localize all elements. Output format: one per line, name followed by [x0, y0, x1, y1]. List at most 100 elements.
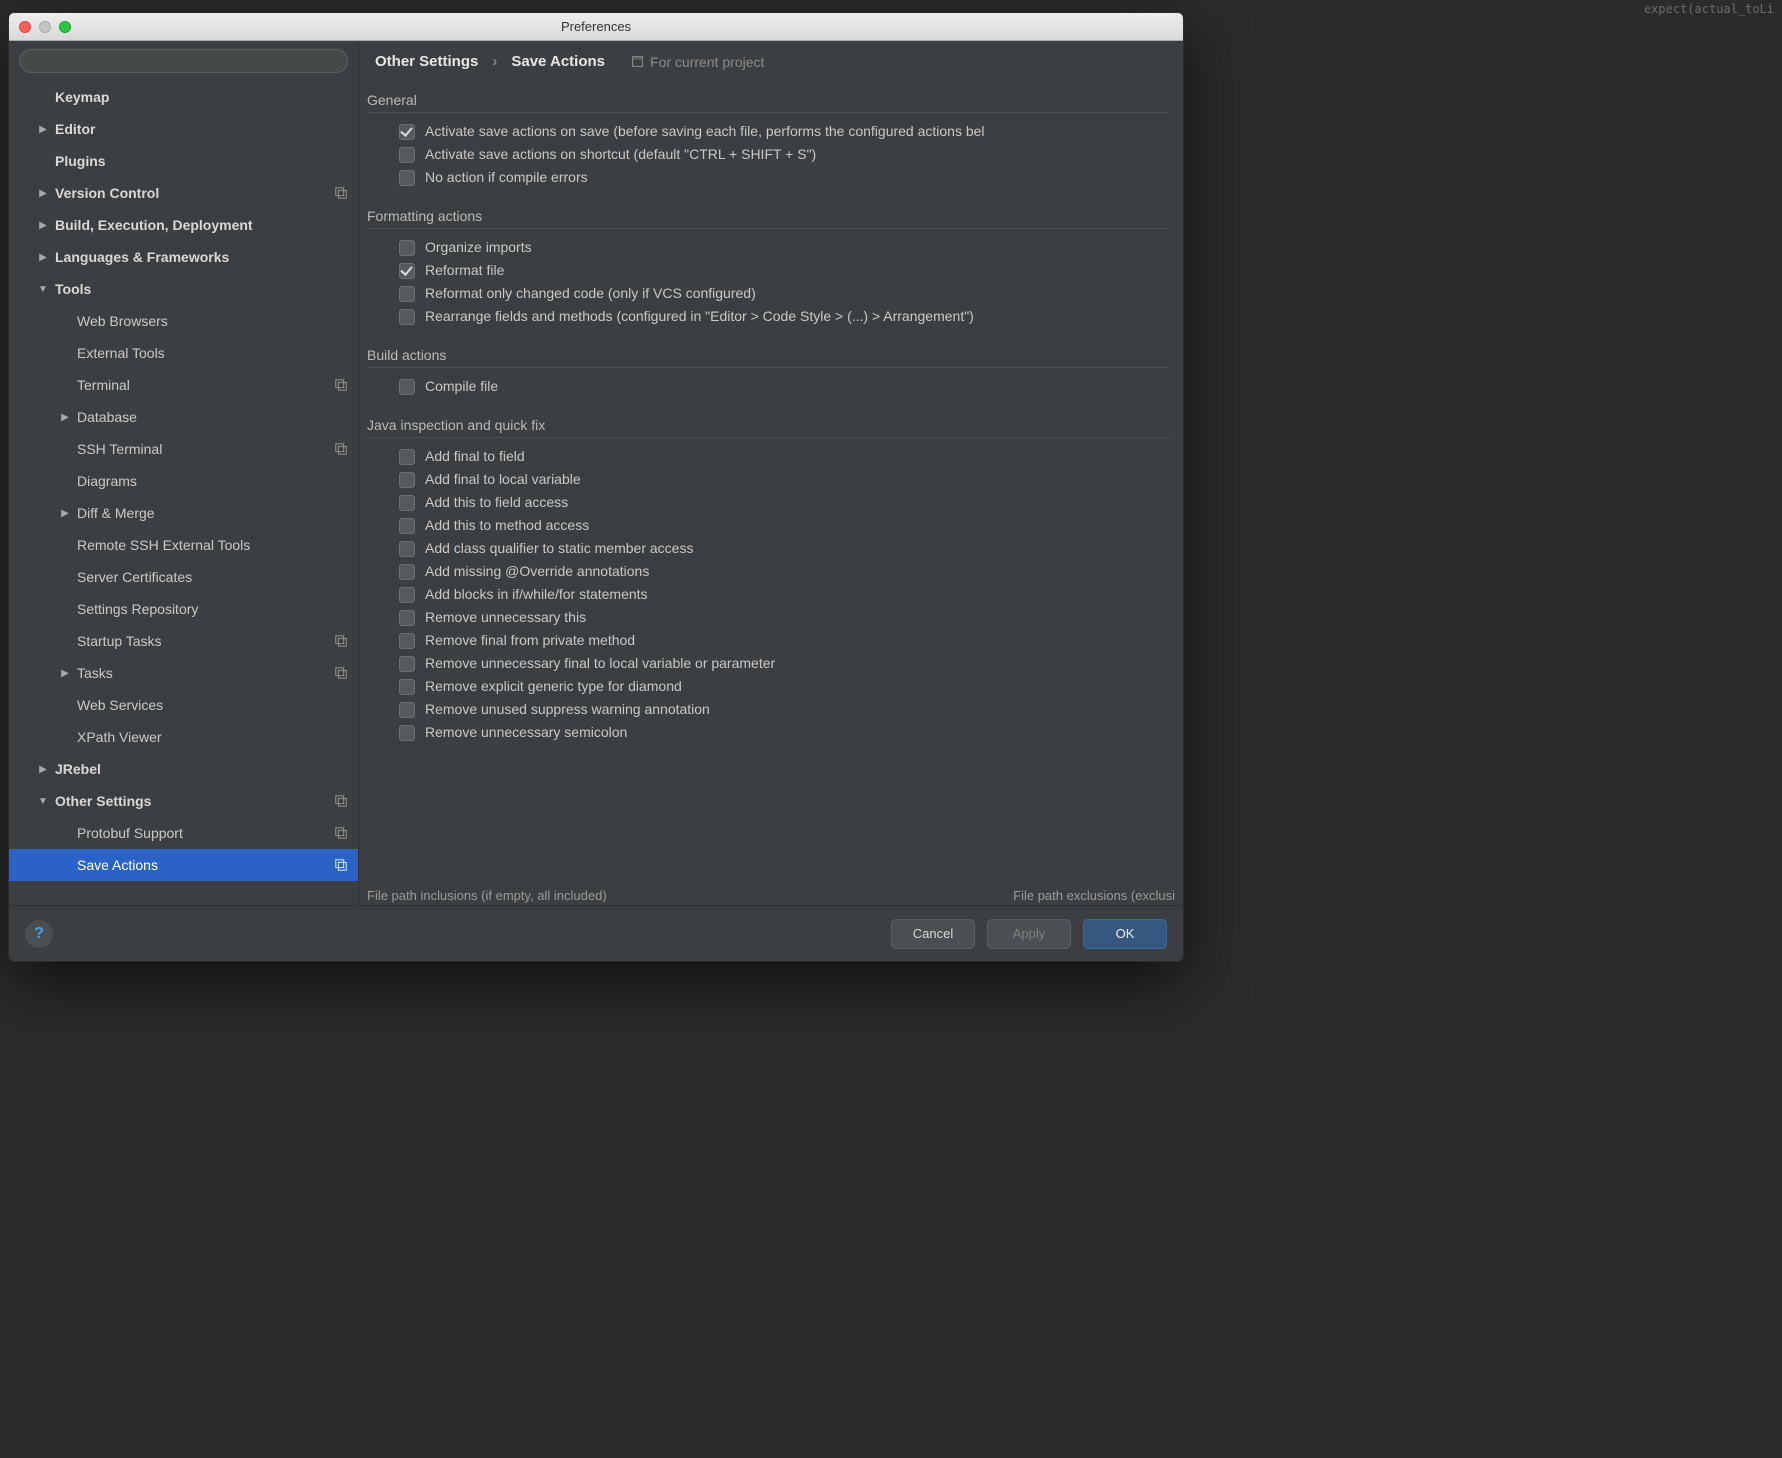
sidebar-item-remote-ssh-external-tools[interactable]: Remote SSH External Tools: [9, 529, 358, 561]
sidebar-item-web-services[interactable]: Web Services: [9, 689, 358, 721]
checkbox[interactable]: [399, 541, 415, 557]
sidebar-item-database[interactable]: ▶ Database: [9, 401, 358, 433]
checkbox[interactable]: [399, 679, 415, 695]
sidebar-item-tools[interactable]: ▼ Tools: [9, 273, 358, 305]
checkbox[interactable]: [399, 518, 415, 534]
checkbox[interactable]: [399, 564, 415, 580]
sidebar-item-tasks[interactable]: ▶Tasks: [9, 657, 358, 689]
checkbox[interactable]: [399, 495, 415, 511]
checkbox[interactable]: [399, 656, 415, 672]
option-label: Remove final from private method: [425, 632, 635, 648]
sidebar-item-build-execution-deployment[interactable]: ▶Build, Execution, Deployment: [9, 209, 358, 241]
sidebar-item-settings-repository[interactable]: Settings Repository: [9, 593, 358, 625]
sidebar-item-jrebel[interactable]: ▶JRebel: [9, 753, 358, 785]
checkbox[interactable]: [399, 170, 415, 186]
option-row[interactable]: Add blocks in if/while/for statements: [399, 586, 1169, 603]
sidebar-item-diff-merge[interactable]: ▶Diff & Merge: [9, 497, 358, 529]
sidebar-item-ssh-terminal[interactable]: SSH Terminal: [9, 433, 358, 465]
checkbox[interactable]: [399, 725, 415, 741]
sidebar: Keymap▶EditorPlugins▶Version Control▶Bui…: [9, 41, 359, 905]
option-row[interactable]: Activate save actions on save (before sa…: [399, 123, 1169, 140]
section-options: Add final to field Add final to local var…: [367, 444, 1169, 755]
checkbox[interactable]: [399, 610, 415, 626]
option-row[interactable]: Add final to local variable: [399, 471, 1169, 488]
checkbox[interactable]: [399, 702, 415, 718]
search-input[interactable]: [19, 49, 348, 73]
checkbox[interactable]: [399, 124, 415, 140]
option-row[interactable]: Reformat only changed code (only if VCS …: [399, 285, 1169, 302]
section-options: Organize imports Reformat file Reformat on…: [367, 235, 1169, 339]
sidebar-item-label: Database: [77, 409, 348, 425]
sidebar-item-label: Tools: [55, 281, 348, 297]
chevron-right-icon[interactable]: ▶: [37, 188, 49, 199]
sidebar-item-version-control[interactable]: ▶Version Control: [9, 177, 358, 209]
checkbox[interactable]: [399, 309, 415, 325]
checkbox[interactable]: [399, 286, 415, 302]
sidebar-item-other-settings[interactable]: ▼Other Settings: [9, 785, 358, 817]
chevron-right-icon[interactable]: ▶: [59, 668, 71, 679]
option-row[interactable]: Reformat file: [399, 262, 1169, 279]
checkbox[interactable]: [399, 379, 415, 395]
option-row[interactable]: Remove explicit generic type for diamond: [399, 678, 1169, 695]
breadcrumb-parent[interactable]: Other Settings: [375, 53, 478, 70]
sidebar-item-startup-tasks[interactable]: Startup Tasks: [9, 625, 358, 657]
chevron-right-icon[interactable]: ▶: [37, 252, 49, 263]
settings-panel: GeneralActivate save actions on save (be…: [359, 80, 1183, 905]
chevron-right-icon[interactable]: ▶: [59, 508, 71, 519]
ok-button[interactable]: OK: [1083, 919, 1167, 949]
option-row[interactable]: Compile file: [399, 378, 1169, 395]
cancel-button[interactable]: Cancel: [891, 919, 975, 949]
help-button[interactable]: ?: [25, 920, 53, 948]
checkbox[interactable]: [399, 633, 415, 649]
option-row[interactable]: Remove final from private method: [399, 632, 1169, 649]
sidebar-item-web-browsers[interactable]: Web Browsers: [9, 305, 358, 337]
sidebar-item-diagrams[interactable]: Diagrams: [9, 465, 358, 497]
section-options: Activate save actions on save (before sa…: [367, 119, 1169, 200]
sidebar-item-languages-frameworks[interactable]: ▶Languages & Frameworks: [9, 241, 358, 273]
checkbox[interactable]: [399, 587, 415, 603]
option-row[interactable]: Add class qualifier to static member acc…: [399, 540, 1169, 557]
apply-button[interactable]: Apply: [987, 919, 1071, 949]
checkbox[interactable]: [399, 263, 415, 279]
sidebar-item-keymap[interactable]: Keymap: [9, 81, 358, 113]
option-row[interactable]: Remove unnecessary final to local variab…: [399, 655, 1169, 672]
option-row[interactable]: Add missing @Override annotations: [399, 563, 1169, 580]
close-window-button[interactable]: [19, 21, 31, 33]
sidebar-item-server-certificates[interactable]: Server Certificates: [9, 561, 358, 593]
chevron-right-icon[interactable]: ▶: [37, 764, 49, 775]
sidebar-item-terminal[interactable]: Terminal: [9, 369, 358, 401]
sidebar-item-xpath-viewer[interactable]: XPath Viewer: [9, 721, 358, 753]
checkbox[interactable]: [399, 240, 415, 256]
zoom-window-button[interactable]: [59, 21, 71, 33]
minimize-window-button[interactable]: [39, 21, 51, 33]
checkbox[interactable]: [399, 147, 415, 163]
option-label: No action if compile errors: [425, 169, 588, 185]
sidebar-item-protobuf-support[interactable]: Protobuf Support: [9, 817, 358, 849]
chevron-down-icon[interactable]: ▼: [37, 284, 49, 295]
option-row[interactable]: Remove unnecessary semicolon: [399, 724, 1169, 741]
option-row[interactable]: Remove unused suppress warning annotatio…: [399, 701, 1169, 718]
file-inclusions-label: File path inclusions (if empty, all incl…: [367, 888, 607, 903]
option-row[interactable]: Add this to method access: [399, 517, 1169, 534]
sidebar-item-save-actions[interactable]: Save Actions: [9, 849, 358, 881]
sidebar-item-editor[interactable]: ▶Editor: [9, 113, 358, 145]
content-panel: Other Settings › Save Actions For curren…: [359, 41, 1183, 905]
chevron-right-icon[interactable]: ▶: [37, 124, 49, 135]
option-row[interactable]: Add final to field: [399, 448, 1169, 465]
option-row[interactable]: Rearrange fields and methods (configured…: [399, 308, 1169, 325]
sidebar-item-plugins[interactable]: Plugins: [9, 145, 358, 177]
chevron-right-icon[interactable]: ▶: [37, 220, 49, 231]
breadcrumb-separator: ›: [492, 53, 497, 70]
option-row[interactable]: Activate save actions on shortcut (defau…: [399, 146, 1169, 163]
chevron-down-icon[interactable]: ▼: [37, 796, 49, 807]
checkbox[interactable]: [399, 449, 415, 465]
option-row[interactable]: Organize imports: [399, 239, 1169, 256]
chevron-right-icon[interactable]: ▶: [59, 412, 71, 423]
sidebar-item-external-tools[interactable]: External Tools: [9, 337, 358, 369]
option-row[interactable]: No action if compile errors: [399, 169, 1169, 186]
sidebar-item-label: Terminal: [77, 377, 334, 393]
checkbox[interactable]: [399, 472, 415, 488]
option-row[interactable]: Remove unnecessary this: [399, 609, 1169, 626]
option-row[interactable]: Add this to field access: [399, 494, 1169, 511]
option-label: Reformat only changed code (only if VCS …: [425, 285, 756, 301]
